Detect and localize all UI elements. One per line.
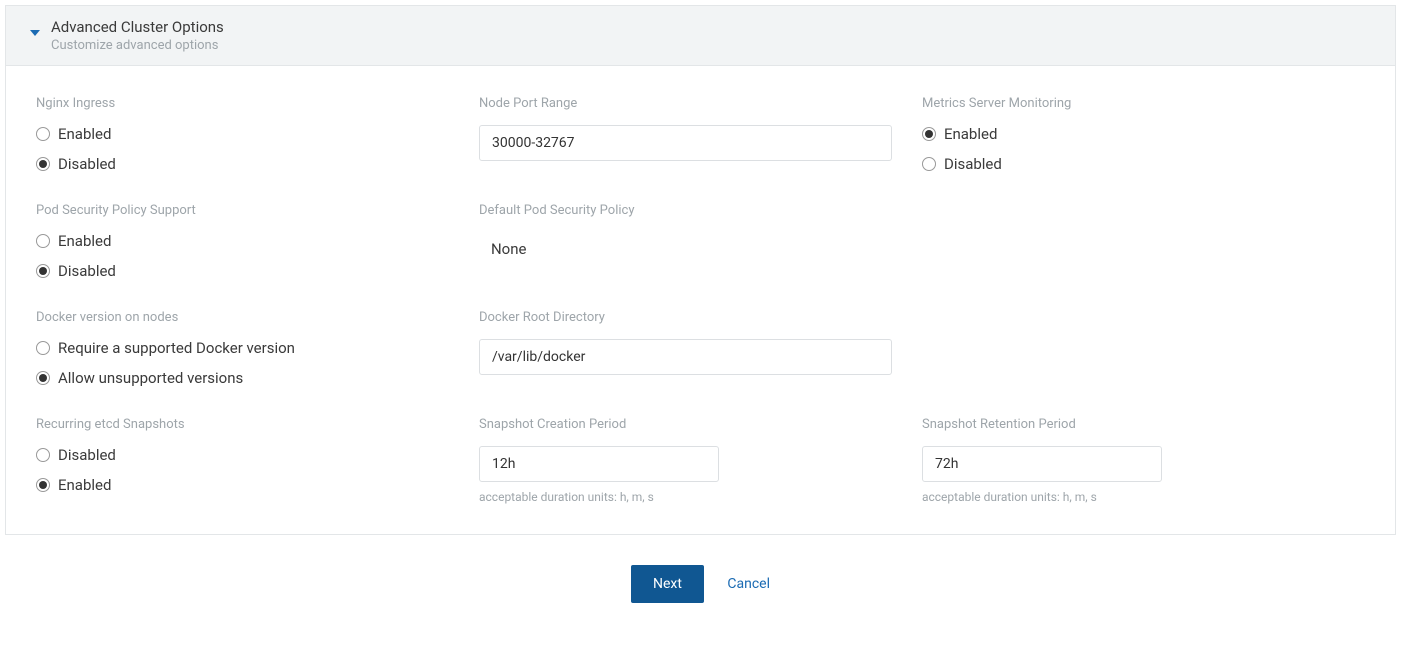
radio-label: Disabled (58, 446, 116, 464)
radio-icon (36, 264, 50, 278)
docker-version-require-radio[interactable]: Require a supported Docker version (36, 339, 449, 357)
default-pod-security-value: None (479, 232, 892, 266)
radio-label: Enabled (944, 125, 997, 143)
radio-icon (36, 448, 50, 462)
snapshot-retention-label: Snapshot Retention Period (922, 417, 1335, 432)
snapshot-creation-label: Snapshot Creation Period (479, 417, 892, 432)
row-1: Nginx Ingress Enabled Disabled Node Port… (36, 96, 1365, 173)
footer: Next Cancel (0, 540, 1401, 618)
pod-security-label: Pod Security Policy Support (36, 203, 449, 218)
radio-icon (36, 341, 50, 355)
snapshot-retention-field: Snapshot Retention Period acceptable dur… (922, 417, 1365, 504)
node-port-range-label: Node Port Range (479, 96, 892, 111)
pod-security-field: Pod Security Policy Support Enabled Disa… (36, 203, 479, 280)
nginx-ingress-label: Nginx Ingress (36, 96, 449, 111)
metrics-server-enabled-radio[interactable]: Enabled (922, 125, 1335, 143)
radio-label: Allow unsupported versions (58, 369, 243, 387)
radio-label: Enabled (58, 125, 111, 143)
radio-icon (922, 157, 936, 171)
pod-security-enabled-radio[interactable]: Enabled (36, 232, 449, 250)
docker-version-allow-radio[interactable]: Allow unsupported versions (36, 369, 449, 387)
radio-icon (36, 371, 50, 385)
nginx-ingress-field: Nginx Ingress Enabled Disabled (36, 96, 479, 173)
panel-title: Advanced Cluster Options (51, 18, 1383, 36)
chevron-down-icon (30, 30, 40, 36)
metrics-server-disabled-radio[interactable]: Disabled (922, 155, 1335, 173)
docker-version-radio-group: Require a supported Docker version Allow… (36, 339, 449, 387)
etcd-snapshots-radio-group: Disabled Enabled (36, 446, 449, 494)
snapshot-creation-hint: acceptable duration units: h, m, s (479, 490, 892, 504)
snapshot-retention-hint: acceptable duration units: h, m, s (922, 490, 1335, 504)
empty-col (922, 203, 1365, 280)
radio-label: Disabled (944, 155, 1002, 173)
etcd-snapshots-label: Recurring etcd Snapshots (36, 417, 449, 432)
pod-security-disabled-radio[interactable]: Disabled (36, 262, 449, 280)
default-pod-security-field: Default Pod Security Policy None (479, 203, 922, 280)
panel-body: Nginx Ingress Enabled Disabled Node Port… (6, 66, 1395, 534)
radio-label: Require a supported Docker version (58, 339, 295, 357)
nginx-ingress-enabled-radio[interactable]: Enabled (36, 125, 449, 143)
row-3: Docker version on nodes Require a suppor… (36, 310, 1365, 387)
radio-label: Disabled (58, 262, 116, 280)
pod-security-radio-group: Enabled Disabled (36, 232, 449, 280)
radio-icon (36, 127, 50, 141)
node-port-range-input[interactable] (479, 125, 892, 161)
metrics-server-field: Metrics Server Monitoring Enabled Disabl… (922, 96, 1365, 173)
radio-label: Disabled (58, 155, 116, 173)
snapshot-creation-field: Snapshot Creation Period acceptable dura… (479, 417, 922, 504)
metrics-server-label: Metrics Server Monitoring (922, 96, 1335, 111)
etcd-snapshots-disabled-radio[interactable]: Disabled (36, 446, 449, 464)
nginx-ingress-disabled-radio[interactable]: Disabled (36, 155, 449, 173)
default-pod-security-label: Default Pod Security Policy (479, 203, 892, 218)
docker-root-label: Docker Root Directory (479, 310, 892, 325)
snapshot-creation-input[interactable] (479, 446, 719, 482)
etcd-snapshots-enabled-radio[interactable]: Enabled (36, 476, 449, 494)
cancel-button[interactable]: Cancel (727, 576, 770, 592)
next-button[interactable]: Next (631, 565, 704, 603)
snapshot-retention-input[interactable] (922, 446, 1162, 482)
radio-icon (36, 478, 50, 492)
panel-header[interactable]: Advanced Cluster Options Customize advan… (6, 6, 1395, 66)
radio-icon (36, 234, 50, 248)
row-2: Pod Security Policy Support Enabled Disa… (36, 203, 1365, 280)
etcd-snapshots-field: Recurring etcd Snapshots Disabled Enable… (36, 417, 479, 504)
radio-icon (922, 127, 936, 141)
node-port-range-field: Node Port Range (479, 96, 922, 173)
metrics-server-radio-group: Enabled Disabled (922, 125, 1335, 173)
row-4: Recurring etcd Snapshots Disabled Enable… (36, 417, 1365, 504)
nginx-ingress-radio-group: Enabled Disabled (36, 125, 449, 173)
advanced-cluster-options-panel: Advanced Cluster Options Customize advan… (5, 5, 1396, 535)
docker-root-input[interactable] (479, 339, 892, 375)
radio-label: Enabled (58, 232, 111, 250)
docker-root-field: Docker Root Directory (479, 310, 922, 387)
docker-version-field: Docker version on nodes Require a suppor… (36, 310, 479, 387)
empty-col (922, 310, 1365, 387)
docker-version-label: Docker version on nodes (36, 310, 449, 325)
radio-label: Enabled (58, 476, 111, 494)
panel-subtitle: Customize advanced options (51, 38, 1383, 53)
radio-icon (36, 157, 50, 171)
